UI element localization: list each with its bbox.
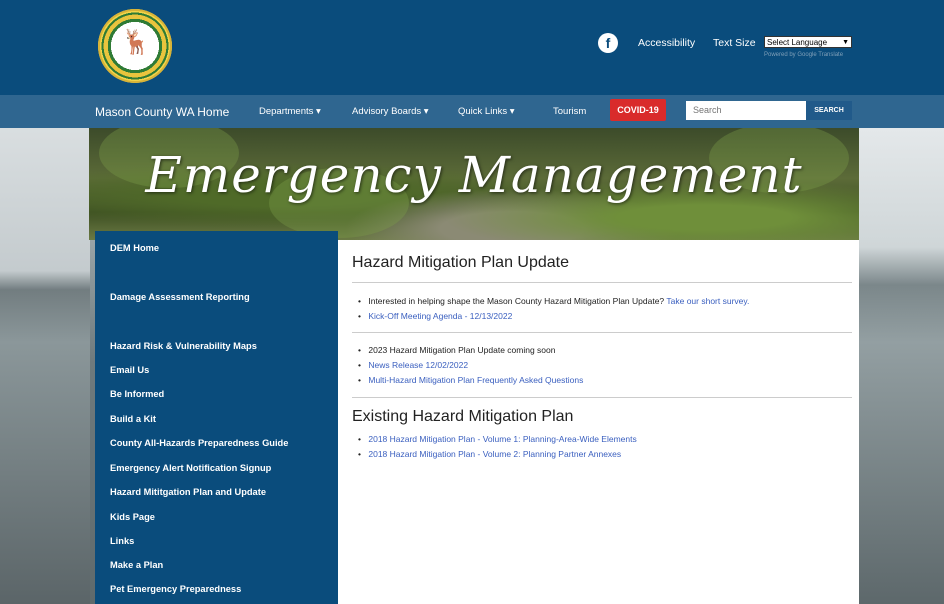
county-seal-logo[interactable]: 🦌 (98, 9, 172, 83)
section-title-plan-update: Hazard Mitigation Plan Update (352, 254, 570, 271)
nav-quick-links[interactable]: Quick Links ▾ (458, 106, 515, 117)
kickoff-agenda-link[interactable]: Kick-Off Meeting Agenda - 12/13/2022 (368, 311, 512, 321)
page-banner: Emergency Management (89, 128, 859, 240)
nav-home-link[interactable]: Mason County WA Home (95, 105, 229, 119)
language-select-value: Select Language (767, 38, 828, 47)
coming-soon-text: 2023 Hazard Mitigation Plan Update comin… (368, 345, 556, 355)
site-header: 🦌 f Accessibility Text Size Select Langu… (0, 0, 944, 95)
nav-tourism[interactable]: Tourism (553, 106, 586, 117)
main-nav: Mason County WA Home Departments ▾ Advis… (0, 95, 944, 128)
list-item: 2018 Hazard Mitigation Plan - Volume 1: … (358, 434, 636, 444)
list-item: 2023 Hazard Mitigation Plan Update comin… (358, 345, 555, 355)
sidebar-item-dem-home[interactable]: DEM Home (110, 243, 159, 253)
sidebar-item-hazard-risk-maps[interactable]: Hazard Risk & Vulnerability Maps (110, 341, 257, 351)
search-input[interactable] (686, 101, 806, 120)
banner-title: Emergency Management (145, 146, 803, 204)
nav-departments[interactable]: Departments ▾ (259, 106, 321, 117)
sidebar-item-links[interactable]: Links (110, 536, 134, 546)
sidebar-item-email-us[interactable]: Email Us (110, 365, 149, 375)
sidebar-item-damage-assessment[interactable]: Damage Assessment Reporting (110, 292, 250, 302)
sidebar-item-preparedness-guide[interactable]: County All-Hazards Preparedness Guide (110, 438, 288, 448)
chevron-down-icon: ▼ (842, 39, 849, 46)
sidebar-item-kids-page[interactable]: Kids Page (110, 512, 155, 522)
list-item: News Release 12/02/2022 (358, 360, 468, 370)
background-scenery-left (0, 128, 90, 604)
sidebar-item-build-a-kit[interactable]: Build a Kit (110, 414, 156, 424)
list-item: 2018 Hazard Mitigation Plan - Volume 2: … (358, 449, 621, 459)
sidebar-item-be-informed[interactable]: Be Informed (110, 389, 164, 399)
list-item: Kick-Off Meeting Agenda - 12/13/2022 (358, 311, 512, 321)
sidebar-item-mitigation-plan[interactable]: Hazard Mititgation Plan and Update (110, 487, 266, 497)
volume-2-link[interactable]: 2018 Hazard Mitigation Plan - Volume 2: … (368, 449, 621, 459)
divider (352, 332, 852, 333)
search-button[interactable]: SEARCH (806, 101, 852, 120)
facebook-icon[interactable]: f (598, 33, 618, 53)
divider (352, 397, 852, 398)
text-size-link[interactable]: Text Size (713, 37, 756, 49)
powered-by-google: Powered by Google Translate (764, 52, 844, 58)
sidebar-nav: DEM Home Damage Assessment Reporting Haz… (95, 231, 338, 604)
elk-icon: 🦌 (121, 29, 151, 56)
language-select[interactable]: Select Language ▼ (764, 36, 852, 48)
sidebar-item-make-a-plan[interactable]: Make a Plan (110, 560, 163, 570)
volume-1-link[interactable]: 2018 Hazard Mitigation Plan - Volume 1: … (368, 434, 636, 444)
background-scenery-right (858, 128, 944, 604)
list-item: Interested in helping shape the Mason Co… (358, 296, 749, 306)
list-item: Multi-Hazard Mitigation Plan Frequently … (358, 375, 583, 385)
nav-advisory-boards[interactable]: Advisory Boards ▾ (352, 106, 429, 117)
survey-text: Interested in helping shape the Mason Co… (368, 296, 665, 306)
sidebar-item-alert-signup[interactable]: Emergency Alert Notification Signup (110, 463, 271, 473)
faq-link[interactable]: Multi-Hazard Mitigation Plan Frequently … (368, 375, 583, 385)
covid-19-button[interactable]: COVID-19 (610, 99, 666, 121)
accessibility-link[interactable]: Accessibility (638, 37, 695, 49)
divider (352, 282, 852, 283)
survey-link[interactable]: Take our short survey. (666, 296, 749, 306)
main-content: Hazard Mitigation Plan Update Interested… (338, 240, 859, 604)
news-release-link[interactable]: News Release 12/02/2022 (368, 360, 468, 370)
section-title-existing-plan: Existing Hazard Mitigation Plan (352, 408, 574, 425)
sidebar-item-pet-preparedness[interactable]: Pet Emergency Preparedness (110, 584, 241, 594)
